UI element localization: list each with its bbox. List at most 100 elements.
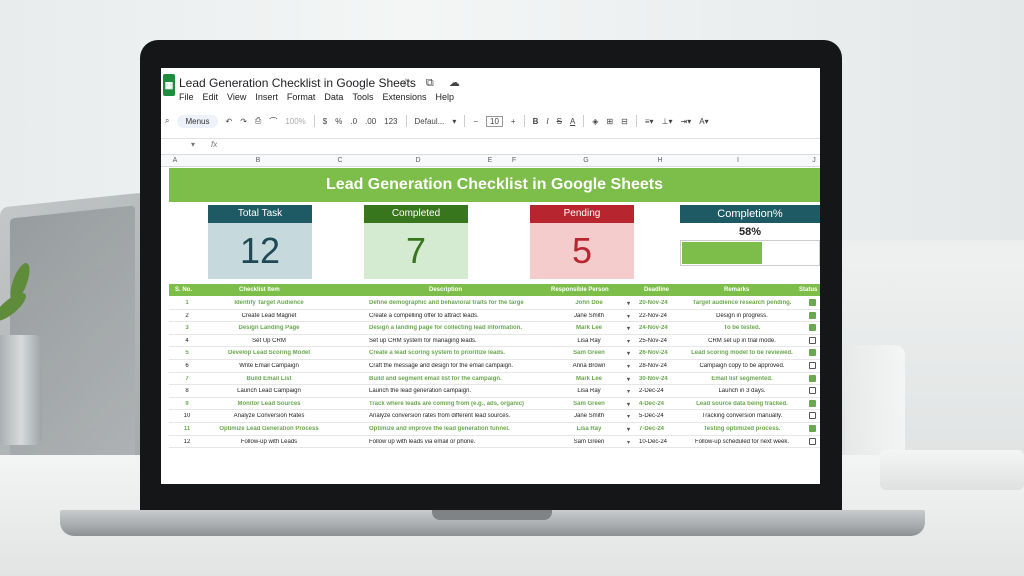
align-icon[interactable]: ≡▾ [645, 117, 654, 126]
cell-person[interactable]: John Doe [549, 300, 629, 306]
menu-edit[interactable]: Edit [203, 92, 219, 102]
cell-desc[interactable]: Analyze conversion rates from different … [369, 413, 534, 419]
cell-remarks[interactable]: Lead source data being tracked. [687, 401, 797, 407]
cell-desc[interactable]: Set up CRM system for managing leads. [369, 338, 534, 344]
cell-item[interactable]: Launch Lead Campaign [204, 388, 334, 394]
cell-remarks[interactable]: Design in progress. [687, 313, 797, 319]
percent-button[interactable]: % [335, 117, 342, 126]
cell-item[interactable]: Design Landing Page [204, 325, 334, 331]
chevron-down-icon[interactable]: ▾ [627, 401, 630, 408]
merge-cells-icon[interactable]: ⊟ [621, 117, 628, 126]
column-header-b[interactable]: B [251, 157, 265, 164]
menus-search[interactable]: Menus [177, 114, 218, 128]
print-icon[interactable]: ⎙ [255, 116, 261, 126]
status-checkbox[interactable] [809, 311, 816, 319]
status-checkbox[interactable] [809, 374, 816, 382]
cell-desc[interactable]: Define demographic and behavioral traits… [369, 300, 534, 306]
cell-sno[interactable]: 4 [177, 338, 197, 344]
column-header-d[interactable]: D [411, 157, 425, 164]
status-checkbox[interactable] [809, 361, 816, 369]
borders-icon[interactable]: ⊞ [606, 117, 613, 126]
font-size-decrease-button[interactable]: − [473, 117, 478, 126]
chevron-down-icon[interactable]: ▾ [627, 338, 630, 345]
cell-sno[interactable]: 10 [177, 413, 197, 419]
chevron-down-icon[interactable]: ▾ [627, 426, 630, 433]
menu-data[interactable]: Data [324, 92, 343, 102]
cell-person[interactable]: Sam Green [549, 350, 629, 356]
cell-remarks[interactable]: To be tested. [687, 325, 797, 331]
fill-color-icon[interactable]: ◈ [592, 117, 598, 126]
cell-remarks[interactable]: Lead scoring model to be reviewed. [687, 350, 797, 356]
cell-deadline[interactable]: 30-Nov-24 [639, 376, 683, 382]
cell-sno[interactable]: 5 [177, 350, 197, 356]
status-checkbox[interactable] [809, 324, 816, 332]
paint-format-icon[interactable]: ⌒ [269, 116, 277, 127]
undo-icon[interactable]: ↶ [226, 117, 233, 126]
bold-button[interactable]: B [533, 117, 539, 126]
cell-sno[interactable]: 6 [177, 363, 197, 369]
menu-help[interactable]: Help [435, 92, 454, 102]
cell-person[interactable]: Jane Smith [549, 413, 629, 419]
column-header-e[interactable]: E [483, 157, 497, 164]
status-checkbox[interactable] [809, 424, 816, 432]
chevron-down-icon[interactable]: ▾ [627, 350, 630, 357]
column-header-f[interactable]: F [507, 157, 521, 164]
redo-icon[interactable]: ↷ [240, 117, 247, 126]
cell-remarks[interactable]: Target audience research pending. [687, 300, 797, 306]
status-checkbox[interactable] [809, 437, 816, 445]
cell-sno[interactable]: 7 [177, 376, 197, 382]
cell-remarks[interactable]: Follow-up scheduled for next week. [687, 439, 797, 445]
status-checkbox[interactable] [809, 349, 816, 357]
status-checkbox[interactable] [809, 299, 816, 306]
cell-person[interactable]: Sam Green [549, 401, 629, 407]
cell-deadline[interactable]: 25-Nov-24 [639, 338, 683, 344]
chevron-down-icon[interactable]: ▾ [627, 363, 630, 370]
column-header-g[interactable]: G [579, 157, 593, 164]
menu-extensions[interactable]: Extensions [382, 92, 426, 102]
cell-deadline[interactable]: 22-Nov-24 [639, 313, 683, 319]
chevron-down-icon[interactable]: ▾ [627, 413, 630, 420]
cell-sno[interactable]: 8 [177, 388, 197, 394]
currency-button[interactable]: $ [323, 117, 327, 126]
cell-deadline[interactable]: 26-Nov-24 [639, 350, 683, 356]
cell-sno[interactable]: 12 [177, 439, 197, 445]
cell-person[interactable]: Lisa Ray [549, 338, 629, 344]
zoom-select[interactable]: 100% [285, 117, 305, 126]
increase-decimal-button[interactable]: .00 [365, 117, 376, 126]
status-checkbox[interactable] [809, 399, 816, 407]
cell-desc[interactable]: Optimize and improve the lead generation… [369, 426, 534, 432]
star-move-cloud-icons[interactable]: ☆ ⧉ ☁ [401, 76, 466, 90]
cell-remarks[interactable]: Campaign copy to be approved. [687, 363, 797, 369]
search-icon[interactable]: ⌕ [165, 116, 169, 126]
cell-desc[interactable]: Build and segment email list for the cam… [369, 376, 534, 382]
cell-sno[interactable]: 2 [177, 313, 197, 319]
wrap-icon[interactable]: ⇥▾ [681, 117, 692, 126]
font-size-increase-button[interactable]: + [511, 117, 516, 126]
chevron-down-icon[interactable]: ▾ [627, 300, 630, 307]
cell-sno[interactable]: 1 [177, 300, 197, 306]
chevron-down-icon[interactable]: ▾ [627, 313, 630, 320]
document-title[interactable]: Lead Generation Checklist in Google Shee… [179, 76, 416, 90]
cell-desc[interactable]: Track where leads are coming from (e.g.,… [369, 401, 534, 407]
cell-deadline[interactable]: 5-Dec-24 [639, 413, 683, 419]
cell-sno[interactable]: 9 [177, 401, 197, 407]
cell-item[interactable]: Optimize Lead Generation Process [204, 426, 334, 432]
cell-deadline[interactable]: 4-Dec-24 [639, 401, 683, 407]
number-format-button[interactable]: 123 [384, 117, 397, 126]
chevron-down-icon[interactable]: ▾ [627, 376, 630, 383]
cell-desc[interactable]: Create a lead scoring system to prioriti… [369, 350, 534, 356]
cell-item[interactable]: Set Up CRM [204, 338, 334, 344]
cell-sno[interactable]: 3 [177, 325, 197, 331]
valign-icon[interactable]: ⊥▾ [662, 117, 673, 126]
cell-desc[interactable]: Launch the lead generation campaign. [369, 388, 534, 394]
strikethrough-button[interactable]: S [557, 117, 562, 126]
menu-insert[interactable]: Insert [255, 92, 278, 102]
cell-item[interactable]: Identify Target Audience [204, 300, 334, 306]
cell-item[interactable]: Monitor Lead Sources [204, 401, 334, 407]
cell-desc[interactable]: Design a landing page for collecting lea… [369, 325, 534, 331]
cell-remarks[interactable]: Testing optimized process. [687, 426, 797, 432]
cell-person[interactable]: Sam Green [549, 439, 629, 445]
menu-view[interactable]: View [227, 92, 246, 102]
cell-item[interactable]: Write Email Campaign [204, 363, 334, 369]
cell-person[interactable]: Lisa Ray [549, 426, 629, 432]
